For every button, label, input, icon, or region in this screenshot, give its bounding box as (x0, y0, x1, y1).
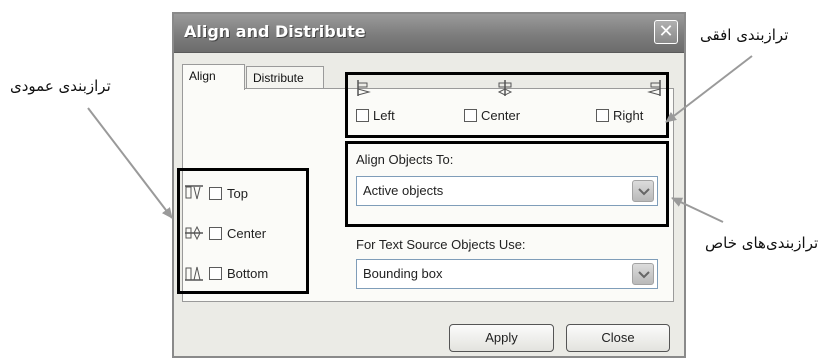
title-bar[interactable]: Align and Distribute ✕ (174, 14, 684, 53)
align-right-option[interactable]: Right (596, 108, 643, 123)
annotation-horizontal: ترازبندی افقی (700, 26, 789, 44)
align-right-checkbox[interactable] (596, 109, 609, 122)
align-panel: Left Center Right Top Center Bottom Alig… (177, 72, 674, 302)
align-center-horizontal-label: Center (481, 108, 521, 123)
align-top-label: Top (227, 185, 248, 201)
align-center-horizontal-icon (497, 80, 513, 96)
text-source-label: For Text Source Objects Use: (356, 237, 526, 252)
annotation-special: ترازبندی‌های خاص (705, 234, 819, 252)
align-left-option[interactable]: Left (356, 108, 395, 123)
align-right-icon (647, 80, 661, 96)
align-top-icon (185, 185, 203, 200)
align-center-vertical-checkbox[interactable] (209, 226, 222, 240)
align-right-label: Right (613, 108, 644, 123)
vertical-align-group: Top Center Bottom (177, 168, 309, 294)
horizontal-align-group: Left Center Right (345, 72, 669, 138)
tab-align[interactable]: Align (182, 64, 245, 90)
close-window-button[interactable]: ✕ (654, 20, 678, 44)
align-left-checkbox[interactable] (356, 109, 369, 122)
text-source-value: Bounding box (363, 266, 443, 281)
align-center-horizontal-option[interactable]: Center (464, 108, 520, 123)
close-button[interactable]: Close (566, 324, 670, 352)
align-top-checkbox[interactable] (209, 186, 222, 200)
align-bottom-label: Bottom (227, 265, 269, 281)
align-bottom-icon (185, 266, 203, 281)
apply-button[interactable]: Apply (449, 324, 554, 352)
chevron-down-icon[interactable] (632, 180, 654, 202)
align-bottom-checkbox[interactable] (209, 266, 222, 280)
tab-align-label: Align (189, 69, 216, 83)
align-objects-to-select[interactable]: Active objects (356, 176, 658, 206)
align-center-horizontal-checkbox[interactable] (464, 109, 477, 122)
annotation-vertical: ترازبندی عمودی (10, 77, 111, 95)
align-bottom-option[interactable]: Bottom (184, 265, 268, 281)
align-center-vertical-label: Center (227, 225, 267, 241)
dialog-title: Align and Distribute (184, 22, 366, 41)
arrow-vertical (87, 107, 173, 219)
align-objects-to-label: Align Objects To: (356, 152, 454, 167)
align-center-vertical-option[interactable]: Center (184, 225, 266, 241)
align-distribute-dialog: Align and Distribute ✕ Align Distribute (172, 12, 686, 358)
close-icon: ✕ (658, 21, 674, 42)
special-align-group: Align Objects To: Active objects (345, 141, 669, 227)
tab-distribute-label: Distribute (253, 71, 304, 85)
align-top-option[interactable]: Top (184, 185, 248, 201)
align-center-vertical-icon (185, 225, 203, 241)
align-left-icon (357, 80, 371, 96)
align-left-label: Left (373, 108, 395, 123)
align-objects-to-value: Active objects (363, 183, 444, 198)
text-source-select[interactable]: Bounding box (356, 259, 658, 289)
tab-distribute[interactable]: Distribute (246, 66, 324, 90)
chevron-down-icon[interactable] (632, 263, 654, 285)
